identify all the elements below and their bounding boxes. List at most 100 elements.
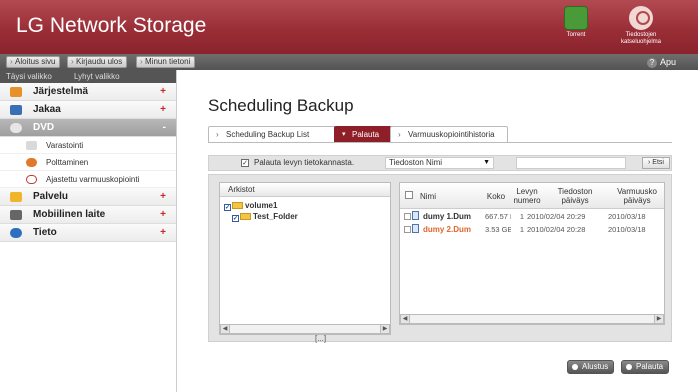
tree-horizontal-scrollbar[interactable]: ◀ ▶ [220, 324, 390, 334]
sidebar-item-mobiilinen-laite[interactable]: Mobiilinen laite + [0, 206, 176, 224]
burn-icon [26, 158, 37, 167]
menu-mode-switch: Täysi valikko Lyhyt valikko [0, 70, 176, 83]
sidebar-item-jarjestelma[interactable]: Järjestelmä + [0, 83, 176, 101]
chevron-down-icon: ▼ [483, 159, 490, 166]
restore-button[interactable]: Palauta [621, 360, 670, 374]
restore-panel: Arkistot ✓ volume1 ✓ Test_Folder ◀ ▶ Nimi … [208, 174, 672, 342]
backup-date-cell: 2010/03/18 [608, 212, 646, 221]
sidebar-item-jakaa[interactable]: Jakaa + [0, 101, 176, 119]
column-nimi[interactable]: Nimi [420, 192, 480, 201]
tree-node-checkbox[interactable]: ✓ [224, 204, 231, 211]
tree-node-label: Test_Folder [253, 212, 298, 221]
sidebar: Täysi valikko Lyhyt valikko Järjestelmä … [0, 70, 177, 392]
sidebar-subitem-label: Varastointi [46, 141, 84, 150]
file-name-cell[interactable]: dumy 1.Dum [412, 210, 484, 223]
sidebar-subitem-varastointi[interactable]: Varastointi [0, 137, 176, 154]
table-row[interactable]: dumy 1.Dum 667.57 MI 1 2010/02/04 20:29 … [400, 210, 664, 223]
table-row[interactable]: dumy 2.Dum 3.53 GB 1 2010/02/04 20:28 20… [400, 223, 664, 236]
pagination[interactable]: [...] [315, 334, 326, 343]
tree-node-label: volume1 [245, 201, 278, 210]
tree-node-volume1[interactable]: ✓ volume1 [224, 201, 277, 211]
folder-icon [232, 202, 243, 209]
file-size-cell: 3.53 GB [485, 225, 511, 234]
help-icon: ? [646, 58, 657, 68]
column-levyn-numero[interactable]: Levyn numero [512, 187, 542, 205]
app-title: LG Network Storage [16, 14, 207, 37]
logout-button[interactable]: Kirjaudu ulos [67, 56, 128, 68]
tab-scheduling-backup-list[interactable]: Scheduling Backup List [208, 126, 336, 142]
home-button[interactable]: Aloitus sivu [6, 56, 61, 68]
expand-icon: + [160, 209, 166, 220]
storage-icon [26, 141, 37, 150]
scroll-right-icon[interactable]: ▶ [380, 325, 389, 333]
sidebar-item-label: Mobiilinen laite [33, 209, 106, 220]
scroll-left-icon[interactable]: ◀ [401, 315, 410, 323]
full-menu-toggle[interactable]: Täysi valikko [6, 72, 52, 81]
sidebar-item-label: Järjestelmä [33, 86, 89, 97]
restore-from-db-label: Palauta levyn tietokannasta. [254, 158, 355, 167]
sidebar-item-palvelu[interactable]: Palvelu + [0, 188, 176, 206]
volume-number-cell: 1 [519, 225, 524, 234]
file-date-cell: 2010/02/04 20:29 [527, 212, 586, 221]
top-toolbar: Aloitus sivu Kirjaudu ulos Minun tietoni… [0, 54, 698, 70]
column-label: Tiedoston [557, 187, 593, 196]
reset-button[interactable]: Alustus [567, 360, 615, 374]
file-date-cell: 2010/02/04 20:28 [527, 225, 586, 234]
sidebar-subitem-ajastettu[interactable]: Ajastettu varmuuskopiointi [0, 171, 176, 188]
column-label-2: numero [513, 196, 541, 205]
checkbox-box [404, 226, 411, 233]
sidebar-subitem-polttaminen[interactable]: Polttaminen [0, 154, 176, 171]
file-table-header: Nimi Koko Levyn numero Tiedoston päiväys… [400, 183, 664, 209]
column-label: Nimi [420, 192, 436, 201]
file-icon [412, 211, 419, 220]
restore-from-db-checkbox[interactable]: ✓ [241, 159, 249, 167]
select-all-checkbox[interactable] [400, 191, 418, 201]
service-star-icon [10, 192, 22, 202]
sidebar-item-label: DVD [33, 122, 55, 133]
table-horizontal-scrollbar[interactable]: ◀ ▶ [400, 314, 664, 324]
scroll-left-icon[interactable]: ◀ [221, 325, 230, 333]
folder-icon [240, 213, 251, 220]
search-button[interactable]: › Etsi [642, 157, 670, 169]
column-koko[interactable]: Koko [482, 192, 510, 201]
column-label: Varmuusko [617, 187, 657, 196]
backup-date-cell: 2010/03/18 [608, 225, 646, 234]
file-viewer-label-1: Tiedostojen [625, 32, 657, 38]
help-link[interactable]: ? Apu [646, 56, 676, 68]
sidebar-item-label: Tieto [33, 227, 57, 238]
column-varmuuskopio-paivays[interactable]: Varmuusko päiväys [608, 187, 664, 205]
file-name-cell[interactable]: dumy 2.Dum [412, 223, 484, 236]
file-name: dumy 2.Dum [423, 225, 472, 234]
file-name: dumy 1.Dum [423, 212, 472, 221]
sidebar-item-label: Jakaa [33, 104, 61, 115]
short-menu-toggle[interactable]: Lyhyt valikko [74, 72, 120, 81]
checkbox-box [405, 191, 413, 199]
tab-palauta[interactable]: Palauta [334, 126, 392, 142]
column-label: Levyn [516, 187, 538, 196]
sidebar-item-label: Palvelu [33, 191, 69, 202]
sidebar-item-dvd[interactable]: DVD - [0, 119, 176, 137]
tree-node-checkbox[interactable]: ✓ [232, 215, 239, 222]
column-label: Koko [486, 192, 506, 201]
expand-icon: + [160, 104, 166, 115]
search-input[interactable] [516, 157, 626, 169]
expand-icon: + [160, 227, 166, 238]
expand-icon: + [160, 86, 166, 97]
mobile-device-icon [10, 210, 22, 220]
scroll-right-icon[interactable]: ▶ [654, 315, 663, 323]
torrent-launcher[interactable]: Torrent [551, 6, 601, 39]
sidebar-subitem-label: Ajastettu varmuuskopiointi [46, 175, 140, 184]
column-label-2: päiväys [623, 196, 651, 205]
filter-bar: ✓ Palauta levyn tietokannasta. Tiedoston… [208, 155, 672, 171]
app-header: LG Network Storage Torrent Tiedostojen k… [0, 0, 698, 54]
sidebar-item-tieto[interactable]: Tieto + [0, 224, 176, 242]
my-info-button[interactable]: Minun tietoni [136, 56, 196, 68]
torrent-label: Torrent [566, 32, 586, 38]
file-viewer-launcher[interactable]: Tiedostojen katseluohjelma [616, 6, 666, 46]
schedule-icon [26, 175, 37, 184]
share-icon [10, 105, 22, 115]
column-tiedoston-paivays[interactable]: Tiedoston päiväys [544, 187, 606, 205]
tab-varmuuskopiointihistoria[interactable]: Varmuuskopiointihistoria [390, 126, 508, 142]
tree-node-test-folder[interactable]: ✓ Test_Folder [232, 212, 298, 222]
search-field-select[interactable]: Tiedoston Nimi ▼ [385, 157, 494, 169]
